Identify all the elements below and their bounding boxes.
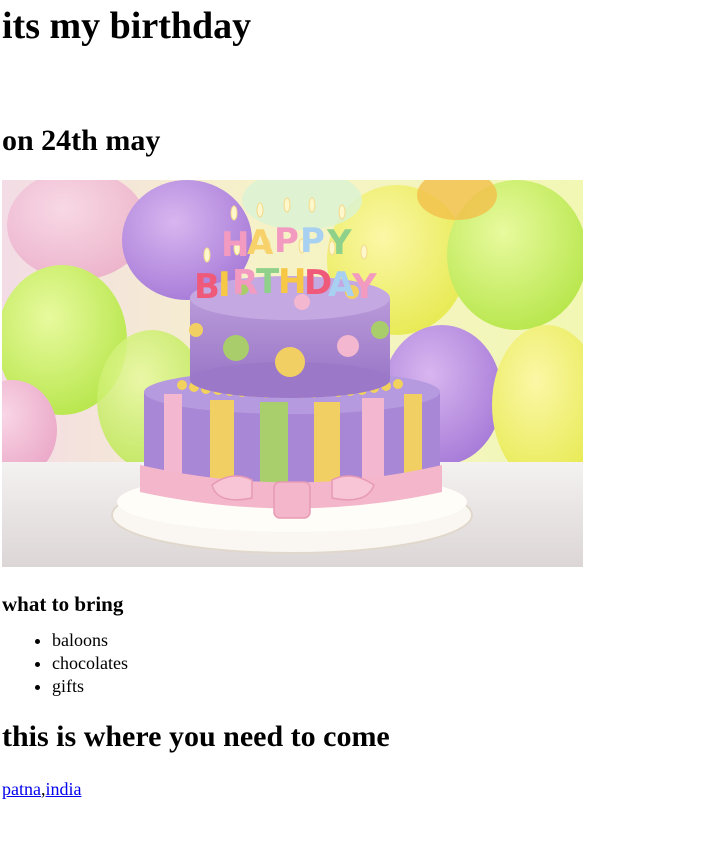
svg-text:P: P [274,221,299,261]
svg-text:P: P [300,221,325,261]
bring-list: baloons chocolates gifts [2,629,713,698]
svg-text:H: H [278,262,306,302]
bring-heading: what to bring [2,592,124,616]
location-links: patna,india [2,778,713,800]
svg-text:Y: Y [326,223,352,263]
city-link[interactable]: patna [2,779,41,799]
svg-text:A: A [247,223,274,263]
list-item: baloons [52,629,713,652]
svg-text:T: T [256,262,280,302]
svg-text:H: H [221,225,249,265]
svg-text:Y: Y [351,267,377,307]
birthday-date: on 24th may [2,124,161,157]
page: its my birthday on 24th may H A P P Y B … [0,0,713,841]
list-item: gifts [52,675,713,698]
location-heading: this is where you need to come [2,720,390,753]
list-item: chocolates [52,652,713,675]
svg-text:B: B [194,267,220,307]
country-link[interactable]: india [45,779,81,799]
svg-text:R: R [232,263,258,303]
birthday-cake-image: H A P P Y B I R T H D A Y [2,180,583,567]
page-title: its my birthday [2,5,252,47]
svg-text:A: A [328,265,355,305]
svg-text:I: I [218,265,231,305]
